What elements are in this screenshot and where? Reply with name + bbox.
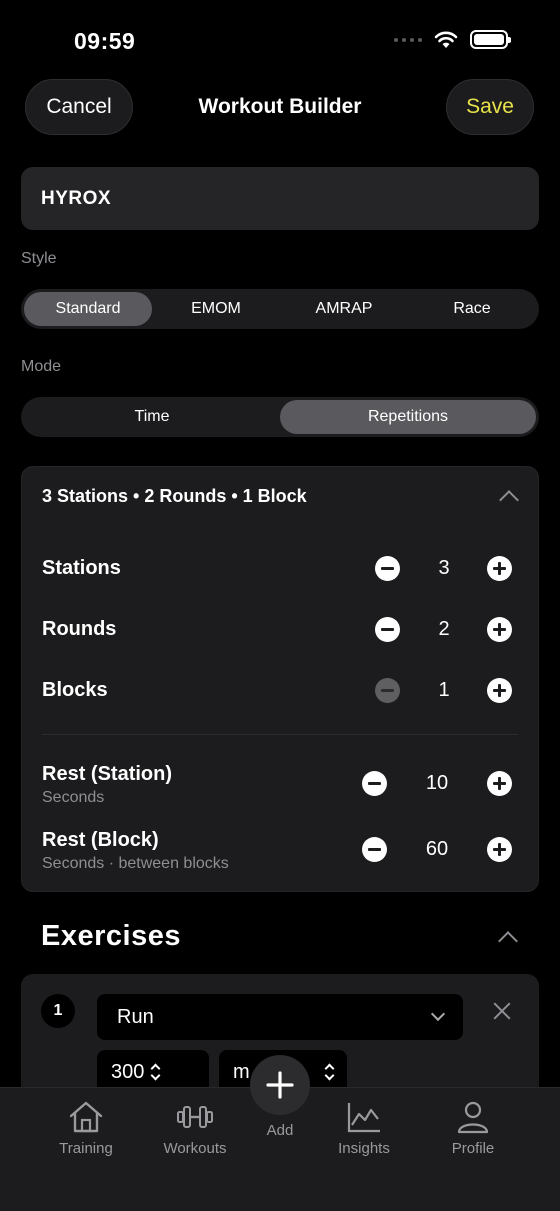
mode-option-time[interactable]: Time xyxy=(24,400,280,434)
rest-station-label: Rest (Station) xyxy=(42,763,172,785)
cellular-signal-icon xyxy=(394,37,422,42)
chevron-down-icon xyxy=(430,1006,446,1022)
rest-block-decrement-button[interactable] xyxy=(362,837,387,862)
battery-icon xyxy=(470,30,511,49)
rest-station-increment-button[interactable] xyxy=(487,771,512,796)
style-option-standard[interactable]: Standard xyxy=(24,292,152,326)
blocks-label: Blocks xyxy=(42,679,108,701)
rest-station-sublabel: Seconds xyxy=(42,789,105,806)
remove-exercise-close-icon[interactable] xyxy=(491,1000,513,1022)
style-option-race[interactable]: Race xyxy=(408,292,536,326)
stations-label: Stations xyxy=(42,557,121,579)
mode-option-repetitions[interactable]: Repetitions xyxy=(280,400,536,434)
workout-config-card: 3 Stations • 2 Rounds • 1 Block Stations… xyxy=(21,466,539,892)
mode-label: Mode xyxy=(21,358,62,375)
status-time: 09:59 xyxy=(74,28,136,54)
tab-insights-label: Insights xyxy=(338,1140,390,1157)
tab-profile-label: Profile xyxy=(451,1140,495,1157)
add-button[interactable] xyxy=(250,1055,310,1115)
style-option-amrap[interactable]: AMRAP xyxy=(280,292,408,326)
exercise-amount-value: 300 xyxy=(111,1060,145,1083)
tab-add-label: Add xyxy=(266,1122,294,1139)
style-segmented-control: Standard EMOM AMRAP Race xyxy=(21,289,539,329)
rounds-value: 2 xyxy=(438,618,450,640)
blocks-decrement-button[interactable] xyxy=(375,678,400,703)
up-down-chevron-icon xyxy=(150,1063,161,1081)
rest-block-increment-button[interactable] xyxy=(487,837,512,862)
config-summary: 3 Stations • 2 Rounds • 1 Block xyxy=(42,486,307,506)
stations-decrement-button[interactable] xyxy=(375,556,400,581)
status-icons xyxy=(394,30,511,49)
style-label: Style xyxy=(21,250,57,267)
workout-name-field[interactable]: HYROX xyxy=(21,167,539,230)
collapse-exercises-chevron-up-icon[interactable] xyxy=(498,931,518,951)
rest-station-value: 10 xyxy=(425,772,449,794)
chart-icon xyxy=(347,1103,380,1133)
exercise-type-value: Run xyxy=(117,1005,154,1028)
exercises-heading: Exercises xyxy=(41,920,181,952)
rounds-increment-button[interactable] xyxy=(487,617,512,642)
up-down-chevron-icon xyxy=(324,1063,335,1081)
blocks-increment-button[interactable] xyxy=(487,678,512,703)
rounds-decrement-button[interactable] xyxy=(375,617,400,642)
rest-station-decrement-button[interactable] xyxy=(362,771,387,796)
mode-segmented-control: Time Repetitions xyxy=(21,397,539,437)
tab-training-label: Training xyxy=(59,1140,113,1157)
wifi-icon xyxy=(434,31,458,48)
tab-insights[interactable]: Insights xyxy=(314,1100,414,1157)
exercise-unit-value: m xyxy=(233,1060,250,1083)
exercise-type-dropdown[interactable]: Run xyxy=(97,994,463,1040)
tab-workouts[interactable]: Workouts xyxy=(145,1100,245,1157)
style-option-emom[interactable]: EMOM xyxy=(152,292,280,326)
stations-value: 3 xyxy=(438,557,450,579)
config-divider xyxy=(42,734,518,735)
collapse-config-chevron-up-icon[interactable] xyxy=(499,490,519,510)
rounds-label: Rounds xyxy=(42,618,117,640)
tab-profile[interactable]: Profile xyxy=(423,1100,523,1157)
home-icon xyxy=(69,1101,103,1133)
rest-block-value: 60 xyxy=(425,838,449,860)
rest-block-label: Rest (Block) xyxy=(42,829,159,851)
save-button[interactable]: Save xyxy=(446,79,534,135)
stations-increment-button[interactable] xyxy=(487,556,512,581)
blocks-value: 1 xyxy=(438,679,450,701)
tab-training[interactable]: Training xyxy=(36,1100,136,1157)
exercise-number-badge: 1 xyxy=(41,994,75,1028)
tab-workouts-label: Workouts xyxy=(163,1140,227,1157)
person-icon xyxy=(457,1101,489,1134)
dumbbell-icon xyxy=(177,1106,213,1128)
rest-block-sublabel: Seconds · between blocks xyxy=(42,855,229,872)
plus-icon xyxy=(266,1071,294,1099)
